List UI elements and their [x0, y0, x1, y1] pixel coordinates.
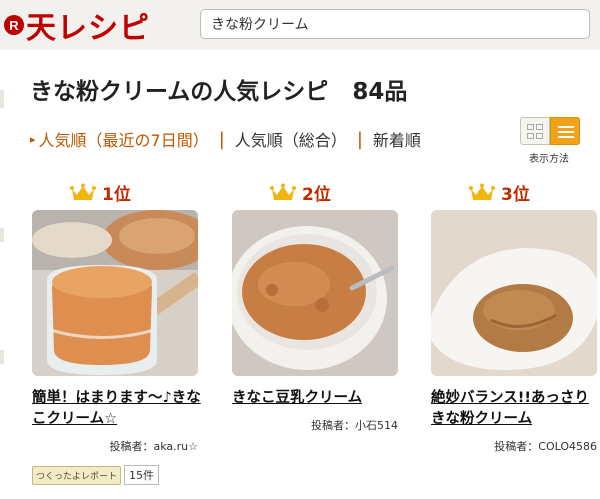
rank-label: 1位	[102, 185, 131, 205]
rank-badge: 3位	[469, 180, 530, 205]
list-view-icon[interactable]	[550, 117, 580, 145]
site-logo[interactable]: R 天レシピ	[4, 6, 150, 46]
edge-mark	[0, 350, 4, 364]
view-toggle	[520, 117, 580, 145]
rank-label: 2位	[302, 185, 331, 205]
recipe-author[interactable]: 投稿者：COLO4586	[431, 438, 597, 454]
site-header: R 天レシピ	[0, 0, 600, 50]
tab-popular-all[interactable]: 人気順（総合）	[235, 127, 347, 151]
tab-separator: |	[218, 128, 225, 150]
report-indicator[interactable]: つくったよレポート 15件	[32, 465, 160, 485]
logo-text: 天レシピ	[26, 11, 150, 46]
crown-icon	[469, 183, 495, 200]
rank-label: 3位	[501, 185, 530, 205]
report-count: 15件	[124, 465, 160, 485]
recipe-photo[interactable]	[431, 210, 597, 376]
report-badge: つくったよレポート	[32, 465, 122, 485]
edge-mark	[0, 90, 4, 108]
search-input[interactable]	[200, 9, 590, 39]
active-tab-arrow-icon: ▸	[30, 132, 36, 146]
recipe-photo[interactable]	[32, 210, 198, 376]
recipe-author[interactable]: 投稿者：aka.ru☆	[32, 438, 198, 454]
grid-view-icon[interactable]	[520, 117, 550, 145]
tab-popular-7days[interactable]: 人気順（最近の7日間）	[39, 127, 209, 151]
page-title-text: きな粉クリームの人気レシピ	[30, 79, 329, 105]
tab-separator: |	[356, 128, 363, 150]
recipe-count: 84品	[352, 79, 408, 105]
edge-mark	[0, 228, 4, 242]
tab-newest[interactable]: 新着順	[373, 127, 421, 151]
recipe-title-link[interactable]: 絶妙バランス!!あっさりきな粉クリーム	[431, 388, 600, 430]
crown-icon	[270, 183, 296, 200]
recipe-title-link[interactable]: きなこ豆乳クリーム	[232, 388, 402, 409]
page-title: きな粉クリームの人気レシピ 84品	[30, 72, 407, 106]
crown-icon	[70, 183, 96, 200]
recipe-photo[interactable]	[232, 210, 398, 376]
rank-badge: 2位	[270, 180, 331, 205]
sort-tabs: ▸ 人気順（最近の7日間） | 人気順（総合） | 新着順	[30, 127, 421, 151]
recipe-title-link[interactable]: 簡単！はまります〜♪きなこクリーム☆	[32, 388, 202, 430]
rank-badge: 1位	[70, 180, 131, 205]
view-toggle-label: 表示方法	[529, 154, 569, 165]
recipe-author[interactable]: 投稿者：小石514	[232, 417, 398, 433]
rakuten-logo-icon: R	[4, 15, 24, 35]
